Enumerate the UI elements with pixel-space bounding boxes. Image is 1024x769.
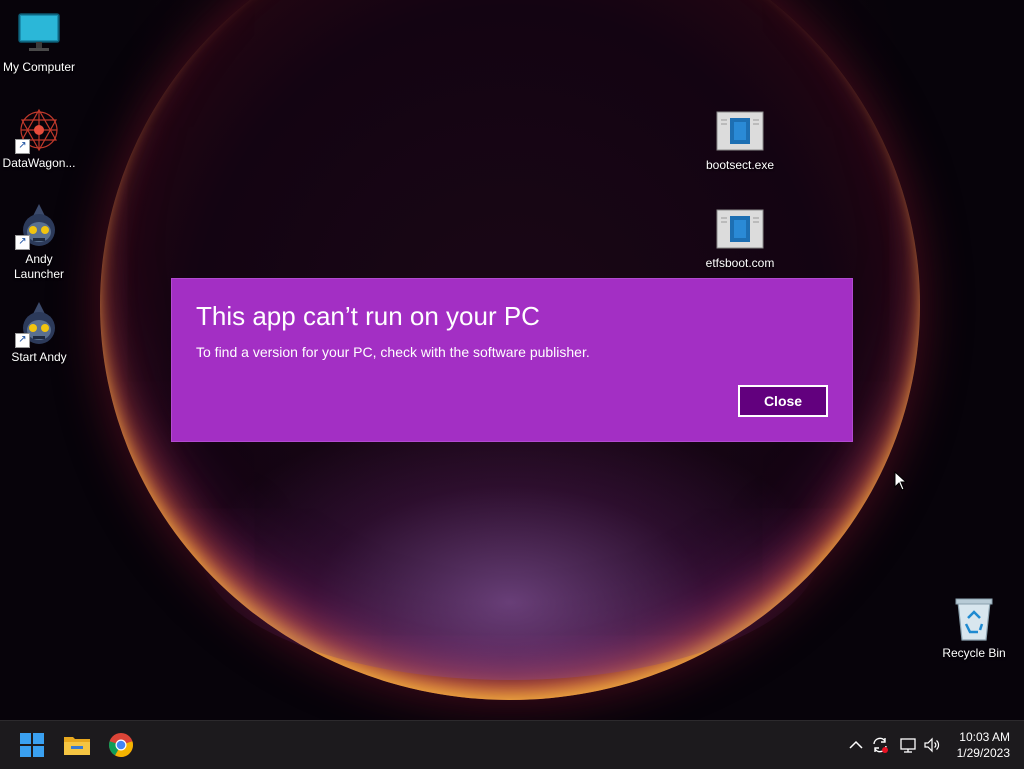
desktop-icon-label: DataWagon... [2,156,76,170]
desktop-icon-label: bootsect.exe [705,158,775,172]
dialog-message: To find a version for your PC, check wit… [196,344,590,360]
file-explorer-button[interactable] [61,729,93,761]
monitor-icon [15,10,63,58]
desktop-icon-label: My Computer [2,60,76,74]
desktop-icon-andy-launcher[interactable]: ↗ Andy Launcher [0,202,79,282]
desktop-icon-bootsect[interactable]: bootsect.exe [700,108,780,173]
shortcut-arrow-icon: ↗ [15,235,30,250]
dialog-title: This app can’t run on your PC [196,301,540,331]
desktop-icon-etfsboot[interactable]: etfsboot.com [700,206,780,271]
desktop-icon-recycle-bin[interactable]: Recycle Bin [934,596,1014,661]
volume-button[interactable] [922,735,942,755]
andy-icon: ↗ [15,202,63,250]
chrome-icon [109,733,133,757]
executable-icon [716,206,764,254]
sync-status-button[interactable] [870,735,890,755]
folder-icon [64,737,90,755]
desktop-icon-my-computer[interactable]: My Computer [0,10,79,75]
desktop-icon-datawagon[interactable]: ↗ DataWagon... [0,106,79,171]
sync-icon [873,737,888,753]
clock-date: 1/29/2023 [956,746,1010,760]
show-hidden-icons-button[interactable] [846,735,866,755]
datawagon-icon: ↗ [15,106,63,154]
shortcut-arrow-icon: ↗ [15,139,30,154]
desktop-icon-label: Start Andy [11,350,67,364]
executable-icon [716,108,764,156]
andy-icon: ↗ [15,300,63,348]
desktop-icon-label: Andy Launcher [13,252,65,281]
desktop-icon-start-andy[interactable]: ↗ Start Andy [0,300,79,365]
volume-icon [924,737,940,753]
chrome-button[interactable] [105,729,137,761]
clock-time: 10:03 AM [959,730,1010,744]
recycle-bin-icon [950,596,998,644]
chevron-up-icon [849,740,863,749]
desktop-icon-label: etfsboot.com [705,256,775,270]
desktop-icon-label: Recycle Bin [942,646,1006,660]
start-button[interactable] [16,729,48,761]
mouse-cursor-icon [894,470,908,496]
close-button[interactable]: Close [738,385,828,417]
taskbar: 10:03 AM 1/29/2023 [0,720,1024,769]
app-cant-run-dialog: This app can’t run on your PC To find a … [172,279,852,441]
system-clock[interactable]: 10:03 AM 1/29/2023 [957,729,1010,761]
windows-start-icon [20,733,44,757]
desktop: My Computer ↗ DataWagon... ↗ Andy Launch… [0,0,1024,720]
wallpaper-glow [200,420,820,680]
shortcut-arrow-icon: ↗ [15,333,30,348]
network-button[interactable] [898,735,918,755]
network-icon [900,738,916,753]
